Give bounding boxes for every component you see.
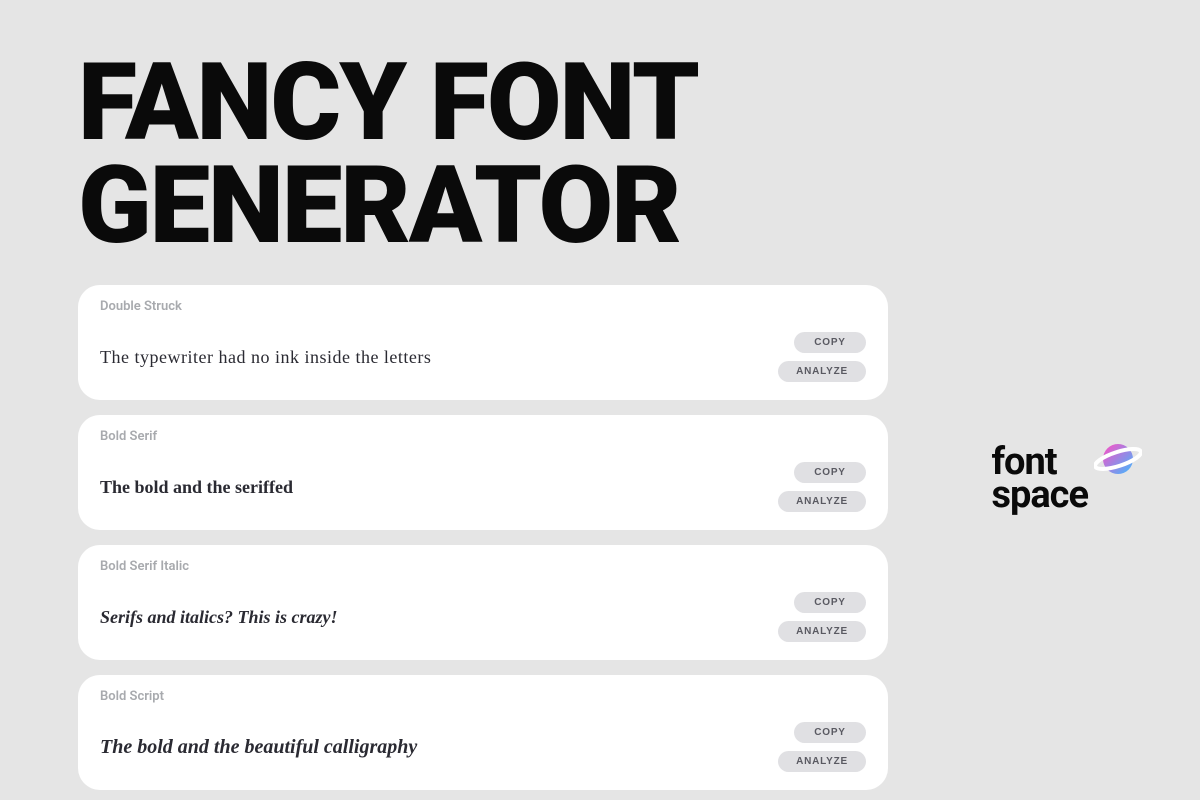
analyze-button[interactable]: ANALYZE [778, 621, 866, 642]
font-card-double-struck: Double Struck The typewriter had no ink … [78, 285, 888, 400]
copy-button[interactable]: COPY [794, 462, 866, 483]
copy-button[interactable]: COPY [794, 592, 866, 613]
copy-button[interactable]: COPY [794, 332, 866, 353]
font-style-label: Double Struck [100, 299, 866, 314]
analyze-button[interactable]: ANALYZE [778, 751, 866, 772]
brand-logo: fontspace [991, 446, 1142, 513]
font-sample-text: The bold and the beautiful calligraphy [100, 736, 417, 759]
font-sample-text: The typewriter had no ink inside the let… [100, 347, 431, 368]
copy-button[interactable]: COPY [794, 722, 866, 743]
font-card-bold-serif-italic: Bold Serif Italic Serifs and italics? Th… [78, 545, 888, 660]
analyze-button[interactable]: ANALYZE [778, 491, 866, 512]
font-style-label: Bold Serif [100, 429, 866, 444]
font-sample-text: Serifs and italics? This is crazy! [100, 607, 338, 628]
font-style-label: Bold Script [100, 689, 866, 704]
font-cards-list: Double Struck The typewriter had no ink … [78, 285, 888, 790]
font-style-label: Bold Serif Italic [100, 559, 866, 574]
font-card-bold-serif: Bold Serif The bold and the seriffed COP… [78, 415, 888, 530]
page-title: FANCY FONT GENERATOR [0, 0, 1200, 257]
planet-icon [1094, 435, 1142, 483]
font-sample-text: The bold and the seriffed [100, 477, 293, 498]
analyze-button[interactable]: ANALYZE [778, 361, 866, 382]
font-card-bold-script: Bold Script The bold and the beautiful c… [78, 675, 888, 790]
brand-wordmark: fontspace [991, 446, 1088, 513]
